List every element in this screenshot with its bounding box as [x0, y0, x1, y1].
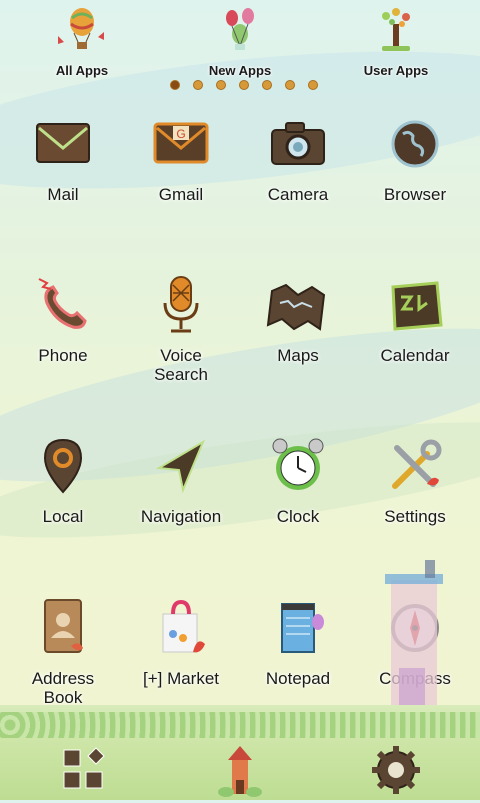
- tools-icon: [392, 439, 442, 489]
- new-apps-button[interactable]: New Apps: [180, 6, 300, 78]
- page-dot[interactable]: [239, 80, 249, 90]
- app-browser[interactable]: Browser: [356, 112, 474, 204]
- app-label: Local: [42, 507, 84, 526]
- all-apps-label: All Apps: [55, 63, 109, 78]
- app-label: Camera: [267, 185, 329, 204]
- camera-icon: [271, 122, 325, 165]
- page-dot[interactable]: [308, 80, 318, 90]
- app-mail[interactable]: Mail: [4, 112, 122, 204]
- user-apps-button[interactable]: User Apps: [336, 6, 456, 78]
- page-indicator: [170, 80, 318, 90]
- app-label: Navigation: [140, 507, 222, 526]
- app-address-book[interactable]: Address Book: [4, 596, 122, 707]
- app-label: Clock: [276, 507, 320, 526]
- tree-icon: [382, 8, 410, 51]
- app-market[interactable]: [+] Market: [122, 596, 240, 688]
- alarm-clock-icon: [272, 438, 324, 490]
- app-label: [+] Market: [142, 669, 220, 688]
- app-label: Notepad: [265, 669, 331, 688]
- balloon-basket-icon: [58, 8, 104, 49]
- app-maps[interactable]: Maps: [239, 273, 357, 365]
- dock: [0, 738, 480, 800]
- app-notepad[interactable]: Notepad: [239, 596, 357, 688]
- app-local[interactable]: Local: [4, 434, 122, 526]
- app-label: Maps: [277, 346, 319, 365]
- all-apps-button[interactable]: All Apps: [22, 6, 142, 78]
- app-camera[interactable]: Camera: [239, 112, 357, 204]
- address-book-icon: [44, 599, 83, 653]
- app-label: Settings: [384, 507, 446, 526]
- gear-icon: [372, 746, 420, 794]
- location-pin-icon: [43, 438, 83, 494]
- gmail-glyph: G: [176, 127, 185, 141]
- app-label: Phone: [38, 346, 88, 365]
- app-label: Calendar: [380, 346, 450, 365]
- shopping-bag-icon: [162, 599, 205, 653]
- user-apps-label: User Apps: [363, 63, 429, 78]
- app-grid-icon: [63, 747, 105, 789]
- notepad-icon: [281, 603, 324, 653]
- decorative-house-illustration: [385, 560, 443, 708]
- page-dot[interactable]: [216, 80, 226, 90]
- gmail-icon: G: [153, 122, 209, 164]
- mail-icon: [36, 123, 90, 163]
- map-icon: [266, 283, 326, 331]
- app-label: Mail: [47, 185, 79, 204]
- house-home-icon: [218, 746, 262, 797]
- app-clock[interactable]: Clock: [239, 434, 357, 526]
- balloons-icon: [226, 8, 254, 50]
- page-dot[interactable]: [262, 80, 272, 90]
- calendar-icon: [391, 281, 443, 331]
- app-calendar[interactable]: Calendar: [356, 273, 474, 365]
- app-settings[interactable]: Settings: [356, 434, 474, 526]
- top-app-bar: All Apps New Apps User Apps: [0, 0, 480, 80]
- new-apps-label: New Apps: [208, 63, 272, 78]
- app-label: Voice Search: [154, 346, 208, 384]
- app-label: Address Book: [31, 669, 95, 707]
- app-navigation[interactable]: Navigation: [122, 434, 240, 526]
- home-button[interactable]: [212, 742, 268, 798]
- page-dot[interactable]: [285, 80, 295, 90]
- app-gmail[interactable]: G Gmail: [122, 112, 240, 204]
- microphone-icon: [163, 276, 199, 333]
- app-phone[interactable]: Phone: [4, 273, 122, 365]
- app-drawer-button[interactable]: [56, 742, 112, 798]
- lace-border: [0, 712, 480, 738]
- app-label: Gmail: [158, 185, 204, 204]
- phone-icon: [38, 278, 87, 329]
- settings-gear-button[interactable]: [368, 742, 424, 798]
- page-dot-active[interactable]: [170, 80, 180, 90]
- page-dot[interactable]: [193, 80, 203, 90]
- globe-icon: [391, 120, 439, 168]
- app-voice-search[interactable]: Voice Search: [122, 273, 240, 384]
- app-label: Browser: [383, 185, 447, 204]
- navigation-arrow-icon: [155, 439, 206, 494]
